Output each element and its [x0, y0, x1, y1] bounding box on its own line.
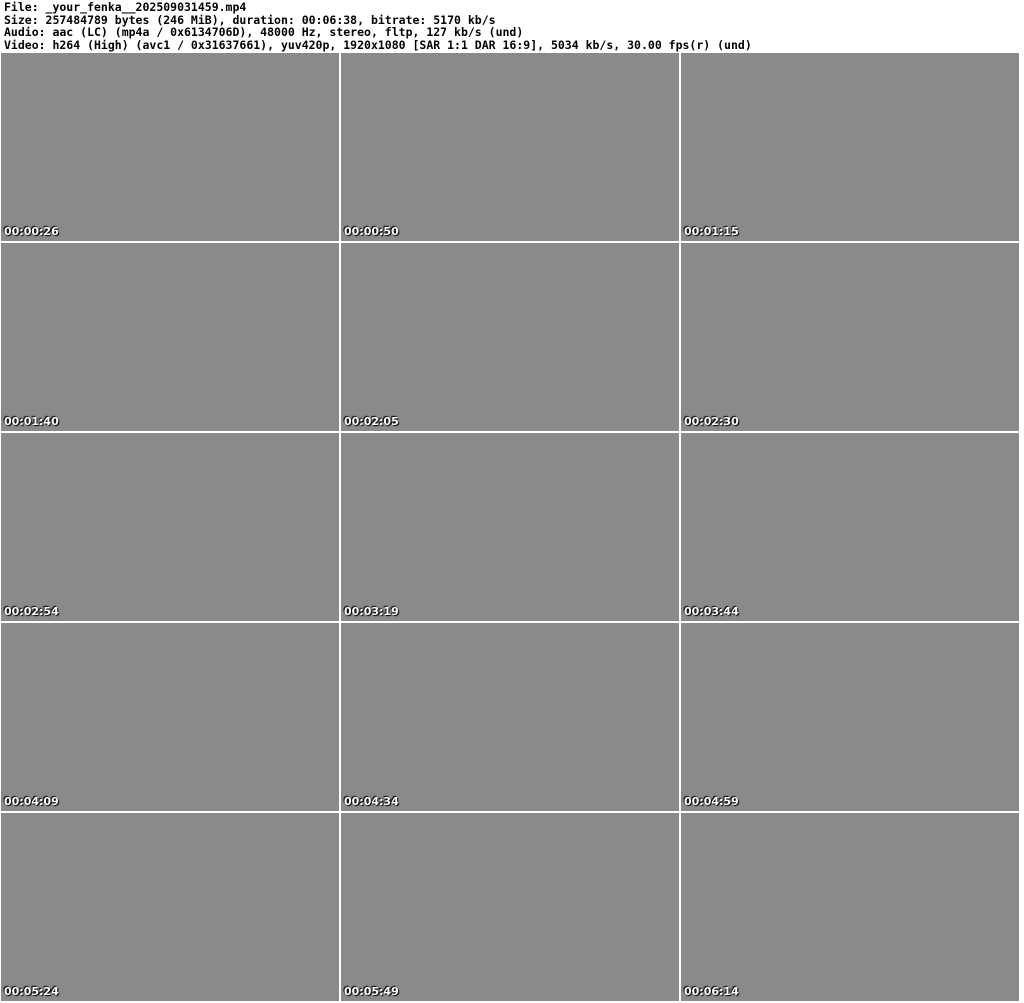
frame-timestamp: 00:04:09: [4, 795, 59, 808]
frame-timestamp: 00:04:59: [684, 795, 739, 808]
frame-timestamp: 00:01:15: [684, 225, 739, 238]
frame-timestamp: 00:04:34: [344, 795, 399, 808]
video-frame-thumbnail: 00:01:40: [1, 243, 339, 431]
frame-timestamp: 00:02:30: [684, 415, 739, 428]
video-frame-thumbnail: 00:03:19: [341, 433, 679, 621]
video-frame-thumbnail: 00:00:26: [1, 53, 339, 241]
frame-timestamp: 00:03:19: [344, 605, 399, 618]
frame-timestamp: 00:00:26: [4, 225, 59, 238]
video-frame-thumbnail: 00:02:30: [681, 243, 1019, 431]
frame-timestamp: 00:00:50: [344, 225, 399, 238]
video-frame-thumbnail: 00:04:34: [341, 623, 679, 811]
video-frame-thumbnail: 00:05:24: [1, 813, 339, 1001]
frame-timestamp: 00:02:05: [344, 415, 399, 428]
video-frame-thumbnail: 00:00:50: [341, 53, 679, 241]
video-frame-thumbnail: 00:05:49: [341, 813, 679, 1001]
frame-timestamp: 00:01:40: [4, 415, 59, 428]
thumbnail-grid: 00:00:26 00:00:50 00:01:15 00:01:40 00:02:05…: [1, 53, 1019, 1001]
audio-info: Audio: aac (LC) (mp4a / 0x6134706D), 480…: [4, 25, 524, 40]
video-frame-thumbnail: 00:04:59: [681, 623, 1019, 811]
video-frame-thumbnail: 00:03:44: [681, 433, 1019, 621]
frame-timestamp: 00:03:44: [684, 605, 739, 618]
file-name: File: _your_fenka__202509031459.mp4: [4, 0, 247, 14]
frame-timestamp: 00:02:54: [4, 605, 59, 618]
video-frame-thumbnail: 00:04:09: [1, 623, 339, 811]
video-frame-thumbnail: 00:02:54: [1, 433, 339, 621]
file-info-header: File: _your_fenka__202509031459.mp4 Size:…: [4, 1, 752, 51]
video-info: Video: h264 (High) (avc1 / 0x31637661), …: [4, 37, 752, 52]
video-frame-thumbnail: 00:02:05: [341, 243, 679, 431]
video-frame-thumbnail: 00:06:14: [681, 813, 1019, 1001]
frame-timestamp: 00:05:24: [4, 985, 59, 998]
video-frame-thumbnail: 00:01:15: [681, 53, 1019, 241]
frame-timestamp: 00:06:14: [684, 985, 739, 998]
frame-timestamp: 00:05:49: [344, 985, 399, 998]
